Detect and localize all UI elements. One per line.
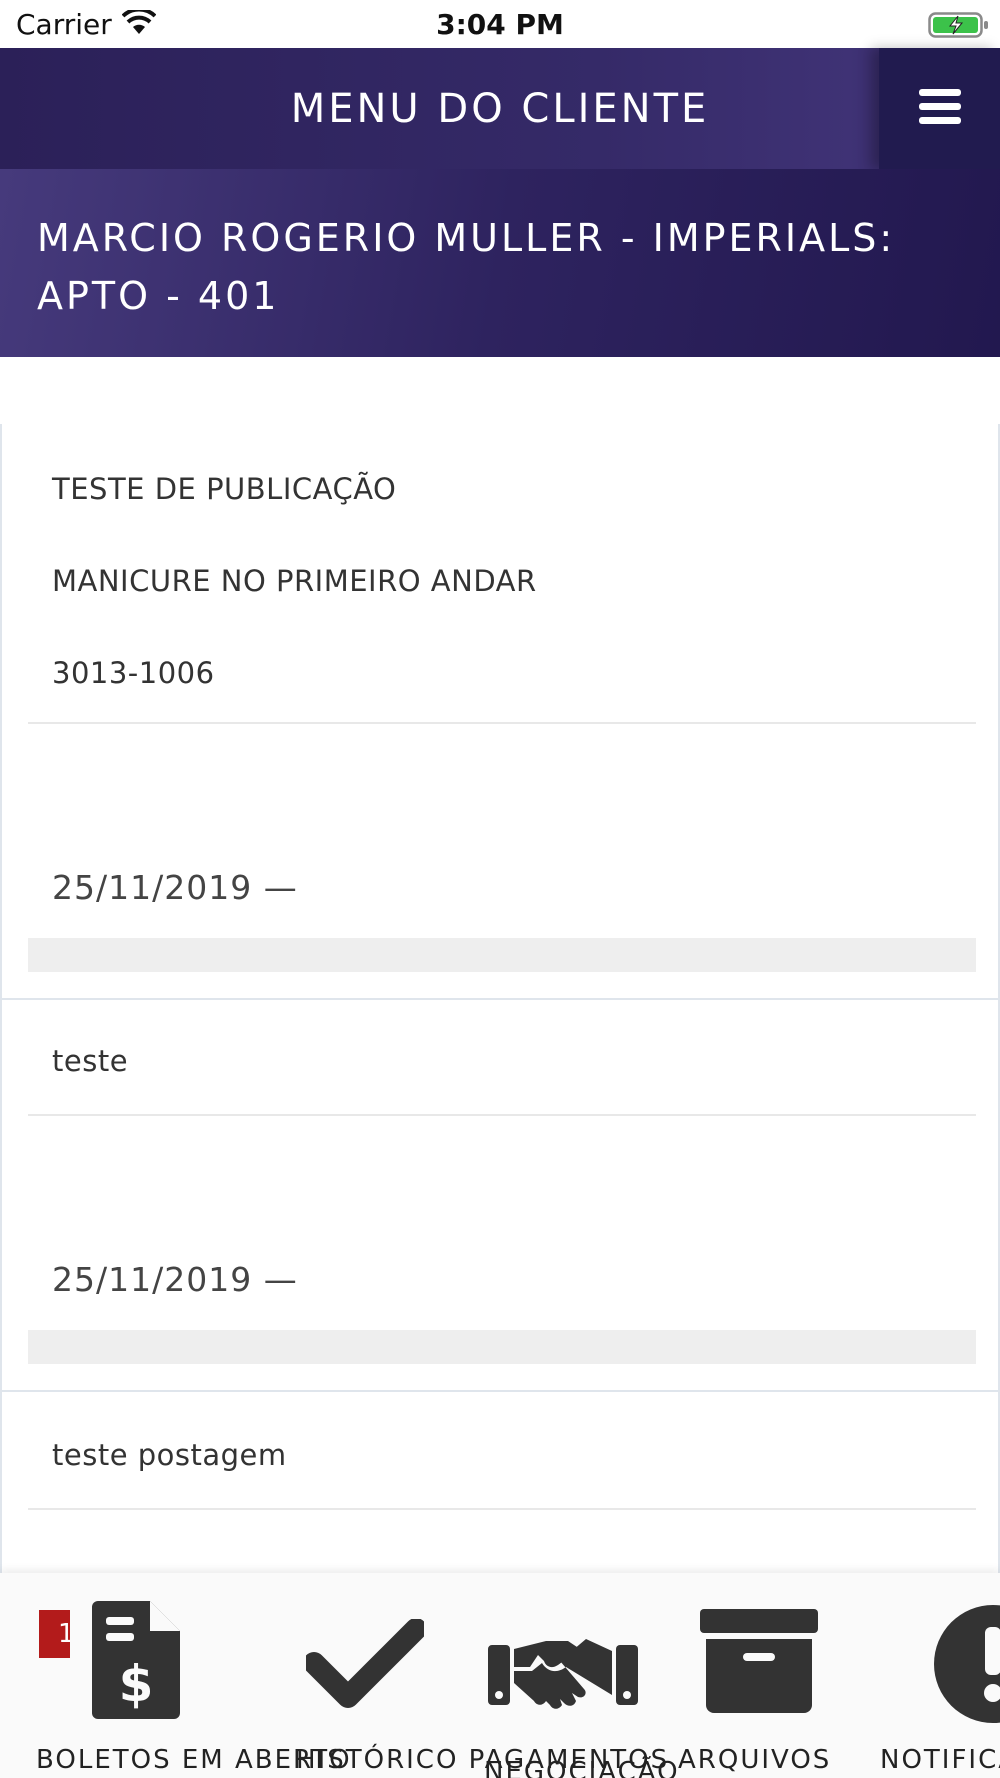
archive-box-icon [700, 1609, 818, 1713]
tab-boletos-em-aberto[interactable]: $ 1 BOLETOS EM ABERTO [0, 1573, 350, 1778]
client-banner: MARCIO ROGERIO MULLER - IMPERIALS: APTO … [0, 169, 1000, 357]
post-footer-bar [28, 938, 976, 972]
post-text-line: teste [52, 1044, 129, 1078]
invoice-dollar-icon: $ [92, 1601, 180, 1719]
tab-historico-pagamentos[interactable]: HISTÓRICO PAGAMENTOS [270, 1573, 667, 1778]
checkmark-icon [306, 1619, 424, 1708]
battery-icon [928, 10, 990, 44]
page-title: MENU DO CLIENTE [290, 86, 710, 132]
bottom-tab-bar: $ 1 BOLETOS EM ABERTO HISTÓRICO PAGAMENT… [0, 1573, 1000, 1778]
status-bar: Carrier 3:04 PM [0, 0, 1000, 48]
post-text-line: MANICURE NO PRIMEIRO ANDAR [52, 564, 537, 598]
post-card: teste 25/11/2019 — [0, 1000, 1000, 1390]
post-card: TESTE DE PUBLICAÇÃO MANICURE NO PRIMEIRO… [0, 424, 1000, 998]
tab-label: NEGOCIAÇÃO [484, 1757, 680, 1778]
divider [28, 722, 976, 724]
post-card: teste postagem [0, 1392, 1000, 1574]
posts-feed[interactable]: TESTE DE PUBLICAÇÃO MANICURE NO PRIMEIRO… [0, 424, 1000, 1574]
notification-badge: 1 [39, 1610, 70, 1658]
tab-label: ARQUIVOS [678, 1745, 832, 1775]
hamburger-menu-button[interactable] [879, 48, 1000, 169]
client-name: MARCIO ROGERIO MULLER - IMPERIALS: APTO … [37, 216, 896, 318]
tab-label: NOTIFICAÇÕES [880, 1745, 1000, 1775]
divider [28, 1114, 976, 1116]
hamburger-icon [919, 89, 961, 124]
tab-notificacoes[interactable]: NOTIFICAÇÕES [850, 1573, 1000, 1778]
post-text-line: 3013-1006 [52, 656, 215, 690]
clock: 3:04 PM [436, 8, 564, 41]
tab-arquivos[interactable]: ARQUIVOS [670, 1573, 850, 1778]
tab-negociacao[interactable]: NEGOCIAÇÃO [480, 1573, 678, 1778]
alert-icon [934, 1605, 1000, 1723]
post-text-line: TESTE DE PUBLICAÇÃO [52, 472, 397, 506]
post-footer-bar [28, 1330, 976, 1364]
handshake-icon [488, 1639, 638, 1709]
post-date: 25/11/2019 — [52, 868, 298, 907]
post-text-line: teste postagem [52, 1438, 287, 1472]
app-header: MENU DO CLIENTE [0, 48, 1000, 169]
svg-text:$: $ [119, 1655, 154, 1713]
post-date: 25/11/2019 — [52, 1260, 298, 1299]
divider [28, 1508, 976, 1510]
